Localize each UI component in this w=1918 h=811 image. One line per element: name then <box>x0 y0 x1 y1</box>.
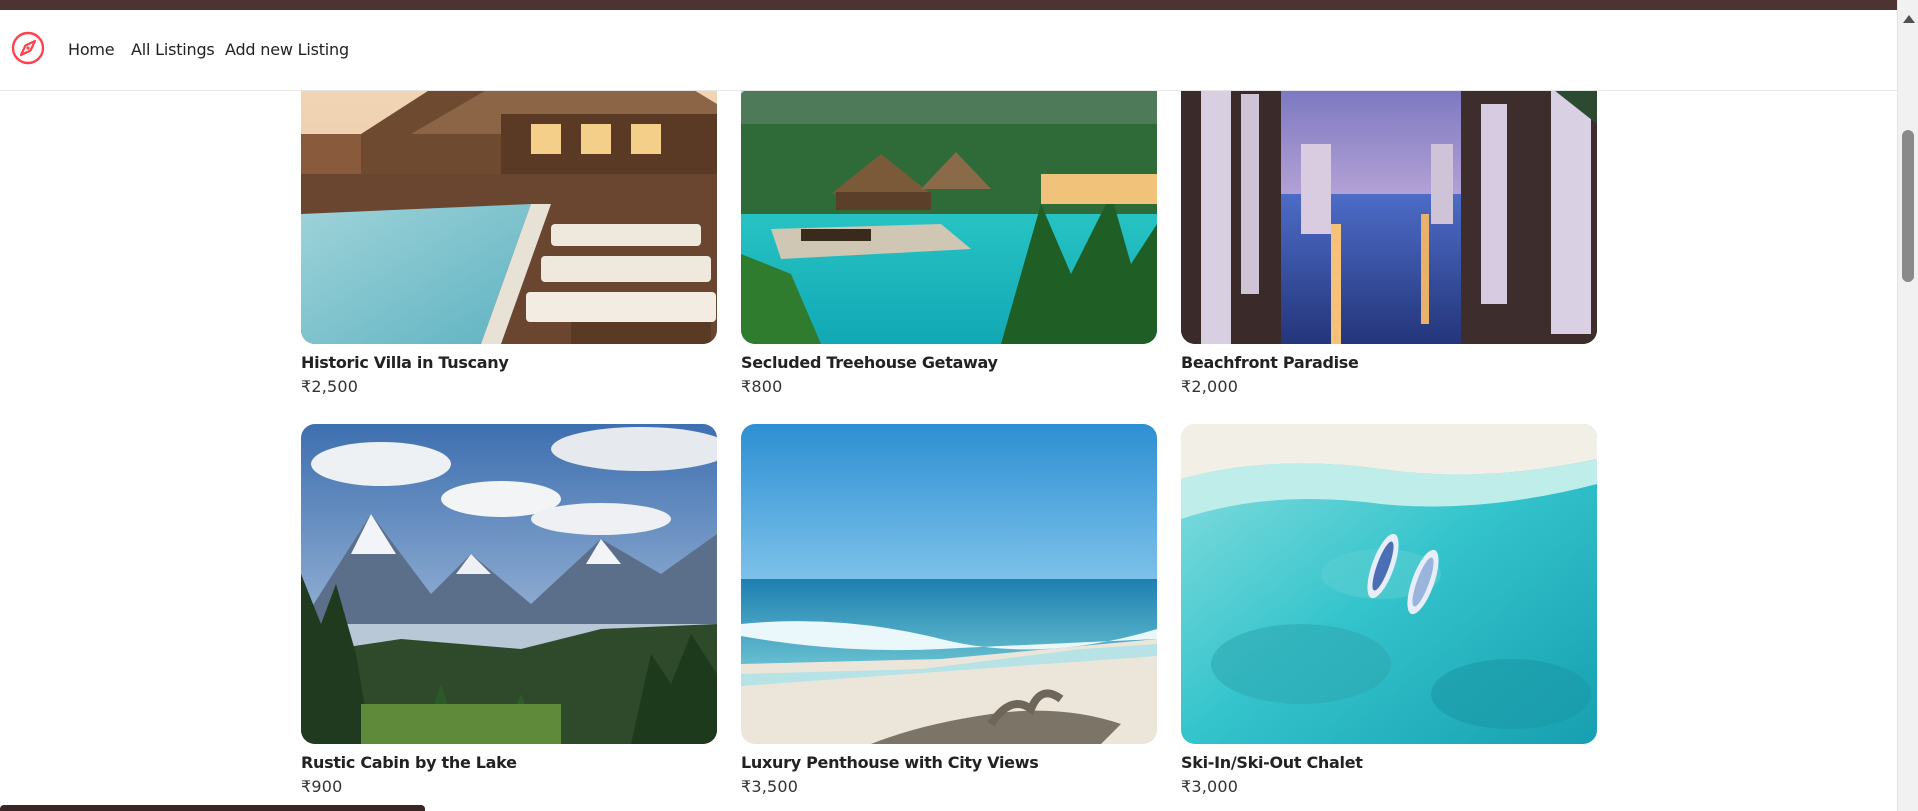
listing-image[interactable] <box>741 424 1157 744</box>
listing-image[interactable] <box>1181 424 1597 744</box>
listing-price: ₹900 <box>301 777 343 796</box>
scroll-up-icon[interactable] <box>1903 15 1915 23</box>
listing-price: ₹3,500 <box>741 777 799 796</box>
listing-title[interactable]: Secluded Treehouse Getaway <box>741 353 998 372</box>
listing-title[interactable]: Ski-In/Ski-Out Chalet <box>1181 753 1363 772</box>
nav-link-home[interactable]: Home <box>68 40 115 59</box>
listing-title[interactable]: Beachfront Paradise <box>1181 353 1359 372</box>
nav-link-all-listings[interactable]: All Listings <box>131 40 215 59</box>
listings-grid: Historic Villa in Tuscany ₹2,500 Seclude… <box>0 0 1897 811</box>
compass-icon[interactable] <box>11 31 45 65</box>
listing-title[interactable]: Luxury Penthouse with City Views <box>741 753 1039 772</box>
scroll-thumb[interactable] <box>1902 130 1914 282</box>
listing-price: ₹2,000 <box>1181 377 1239 396</box>
listing-price: ₹800 <box>741 377 783 396</box>
scrollbar[interactable] <box>1897 0 1918 811</box>
listing-title[interactable]: Rustic Cabin by the Lake <box>301 753 517 772</box>
bottom-overlay-bar <box>0 805 425 811</box>
listing-price: ₹2,500 <box>301 377 359 396</box>
navbar: Home All Listings Add new Listing <box>0 10 1897 91</box>
listing-image[interactable] <box>301 424 717 744</box>
listing-price: ₹3,000 <box>1181 777 1239 796</box>
listing-title[interactable]: Historic Villa in Tuscany <box>301 353 509 372</box>
nav-link-add-new-listing[interactable]: Add new Listing <box>225 40 349 59</box>
